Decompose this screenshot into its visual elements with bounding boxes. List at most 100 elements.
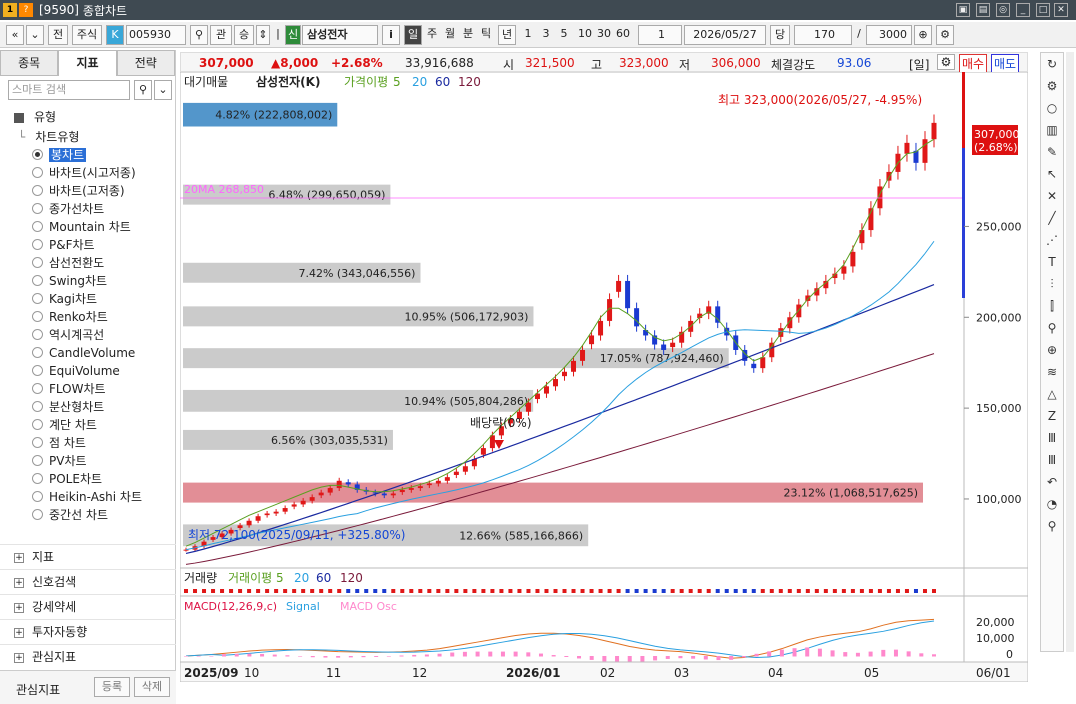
chart-type-item[interactable]: 역시계곡선 xyxy=(0,326,176,344)
sell-button[interactable]: 매도 xyxy=(991,54,1020,73)
radio-icon[interactable] xyxy=(32,365,43,376)
market-button[interactable]: 전 xyxy=(48,25,68,45)
date-input[interactable]: 2026/05/27 xyxy=(684,25,766,45)
radio-icon[interactable] xyxy=(32,347,43,358)
period-day[interactable]: 일 xyxy=(404,25,422,45)
chart-type-item[interactable]: Renko차트 xyxy=(0,308,176,326)
expand-icon[interactable]: + xyxy=(14,577,24,588)
period-minute[interactable]: 분 xyxy=(460,25,476,45)
gwan-button[interactable]: 관 xyxy=(210,25,232,45)
updown-icon[interactable]: ⇕ xyxy=(256,25,270,45)
expand-icon[interactable]: + xyxy=(14,627,24,638)
tab-stock[interactable]: 종목 xyxy=(0,50,59,76)
radio-icon[interactable] xyxy=(32,491,43,502)
group-header[interactable]: 유형 xyxy=(0,106,176,128)
chart-type-item[interactable]: PV차트 xyxy=(0,452,176,470)
radio-icon[interactable] xyxy=(32,293,43,304)
radio-icon[interactable] xyxy=(32,311,43,322)
chart-type-item[interactable]: FLOW차트 xyxy=(0,380,176,398)
smart-search-input[interactable]: 스마트 검색 xyxy=(8,80,130,100)
radio-icon[interactable] xyxy=(32,473,43,484)
undo-icon[interactable]: ↶ xyxy=(1041,471,1063,493)
collapse-icon[interactable] xyxy=(14,112,24,123)
chart-type-item[interactable]: Kagi차트 xyxy=(0,290,176,308)
chart-type-item[interactable]: Mountain 차트 xyxy=(0,218,176,236)
chart-type-item[interactable]: 바차트(시고저종) xyxy=(0,164,176,182)
chart-type-item[interactable]: POLE차트 xyxy=(0,470,176,488)
buy-button[interactable]: 매수 xyxy=(959,54,988,73)
period-month[interactable]: 월 xyxy=(442,25,458,45)
chart-type-item[interactable]: 중간선 차트 xyxy=(0,506,176,524)
seung-button[interactable]: 승 xyxy=(234,25,254,45)
chart-type-item[interactable]: CandleVolume xyxy=(0,344,176,362)
text-icon[interactable]: T xyxy=(1041,251,1063,273)
refresh-icon[interactable]: ↻ xyxy=(1041,53,1063,75)
radio-icon[interactable] xyxy=(32,203,43,214)
search-icon[interactable]: ⚲ xyxy=(134,80,152,100)
magnifier-icon[interactable]: ⚲ xyxy=(1041,317,1063,339)
chart-type-item[interactable]: 계단 차트 xyxy=(0,416,176,434)
expand-icon[interactable]: + xyxy=(14,652,24,663)
period-tick[interactable]: 틱 xyxy=(478,25,494,45)
stock-code-input[interactable]: 005930 xyxy=(126,25,186,45)
dang-button[interactable]: 당 xyxy=(770,25,790,45)
fib-icon[interactable]: ≋ xyxy=(1041,361,1063,383)
type-button[interactable]: 주식 xyxy=(72,25,102,45)
candle-icon[interactable]: ⫿ xyxy=(1041,295,1063,317)
view-count-input[interactable]: 170 xyxy=(794,25,852,45)
interval-60[interactable]: 60 xyxy=(614,25,632,45)
search-icon[interactable]: ⚲ xyxy=(190,25,208,45)
interval-3[interactable]: 3 xyxy=(538,25,554,45)
timer-icon[interactable]: ◔ xyxy=(1041,493,1063,515)
radio-icon[interactable] xyxy=(32,437,43,448)
period-year[interactable]: 년 xyxy=(498,25,516,45)
stats-icon[interactable]: ⫶ xyxy=(1041,273,1063,295)
register-button[interactable]: 등록 xyxy=(94,677,130,697)
section-1[interactable]: + 신호검색 xyxy=(0,569,176,593)
chart-type-item[interactable]: Swing차트 xyxy=(0,272,176,290)
radio-icon[interactable] xyxy=(32,167,43,178)
radio-icon[interactable] xyxy=(32,509,43,520)
chart-type-item[interactable]: 분산형차트 xyxy=(0,398,176,416)
chart-type-item[interactable]: 종가선차트 xyxy=(0,200,176,218)
prev-double-icon[interactable]: « xyxy=(6,25,24,45)
chart-type-item[interactable]: 바차트(고저종) xyxy=(0,182,176,200)
minimize-icon[interactable]: _ xyxy=(1016,3,1030,17)
radio-icon[interactable] xyxy=(32,185,43,196)
chart-type-item[interactable]: EquiVolume xyxy=(0,362,176,380)
cross-icon[interactable]: ✕ xyxy=(1041,185,1063,207)
delete-button[interactable]: 삭제 xyxy=(134,677,170,697)
interval-30[interactable]: 30 xyxy=(595,25,613,45)
radio-icon[interactable] xyxy=(32,257,43,268)
radio-icon[interactable] xyxy=(32,455,43,466)
gear-icon[interactable]: ⚙ xyxy=(936,25,954,45)
section-4[interactable]: + 관심지표 xyxy=(0,644,176,668)
bars-icon[interactable]: Ⅲ xyxy=(1041,427,1063,449)
maximize-icon[interactable]: □ xyxy=(1036,3,1050,17)
section-2[interactable]: + 강세약세 xyxy=(0,594,176,618)
k-badge[interactable]: K xyxy=(106,25,124,45)
auto-icon[interactable]: ⋰ xyxy=(1041,229,1063,251)
tab-indicator[interactable]: 지표 xyxy=(58,50,117,76)
pencil-icon[interactable]: ✎ xyxy=(1041,141,1063,163)
expand-icon[interactable]: + xyxy=(14,552,24,563)
chart-type-item[interactable]: Heikin-Ashi 차트 xyxy=(0,488,176,506)
price-chart[interactable]: 4.82% (222,808,002) 6.48% (299,650,059) 7.… xyxy=(180,72,1028,682)
help-icon[interactable]: ? xyxy=(19,3,33,17)
period-week[interactable]: 주 xyxy=(424,25,440,45)
gear-icon[interactable]: ⚙ xyxy=(937,54,955,70)
triangle-icon[interactable]: △ xyxy=(1041,383,1063,405)
bar-chart-icon[interactable]: ▥ xyxy=(1041,119,1063,141)
z-icon[interactable]: Z xyxy=(1041,405,1063,427)
gear-icon[interactable]: ⚙ xyxy=(1041,75,1063,97)
tree-parent[interactable]: └ 차트유형 xyxy=(0,128,176,146)
radio-icon[interactable] xyxy=(32,149,43,160)
section-0[interactable]: + 지표 xyxy=(0,544,176,568)
zoom-icon[interactable]: ⊕ xyxy=(914,25,932,45)
interval-1[interactable]: 1 xyxy=(520,25,536,45)
expand-icon[interactable]: + xyxy=(14,602,24,613)
chart-type-item[interactable]: P&F차트 xyxy=(0,236,176,254)
radio-icon[interactable] xyxy=(32,419,43,430)
dropdown-icon[interactable]: ⌄ xyxy=(26,25,44,45)
setting-icon[interactable]: ▣ xyxy=(956,3,970,17)
